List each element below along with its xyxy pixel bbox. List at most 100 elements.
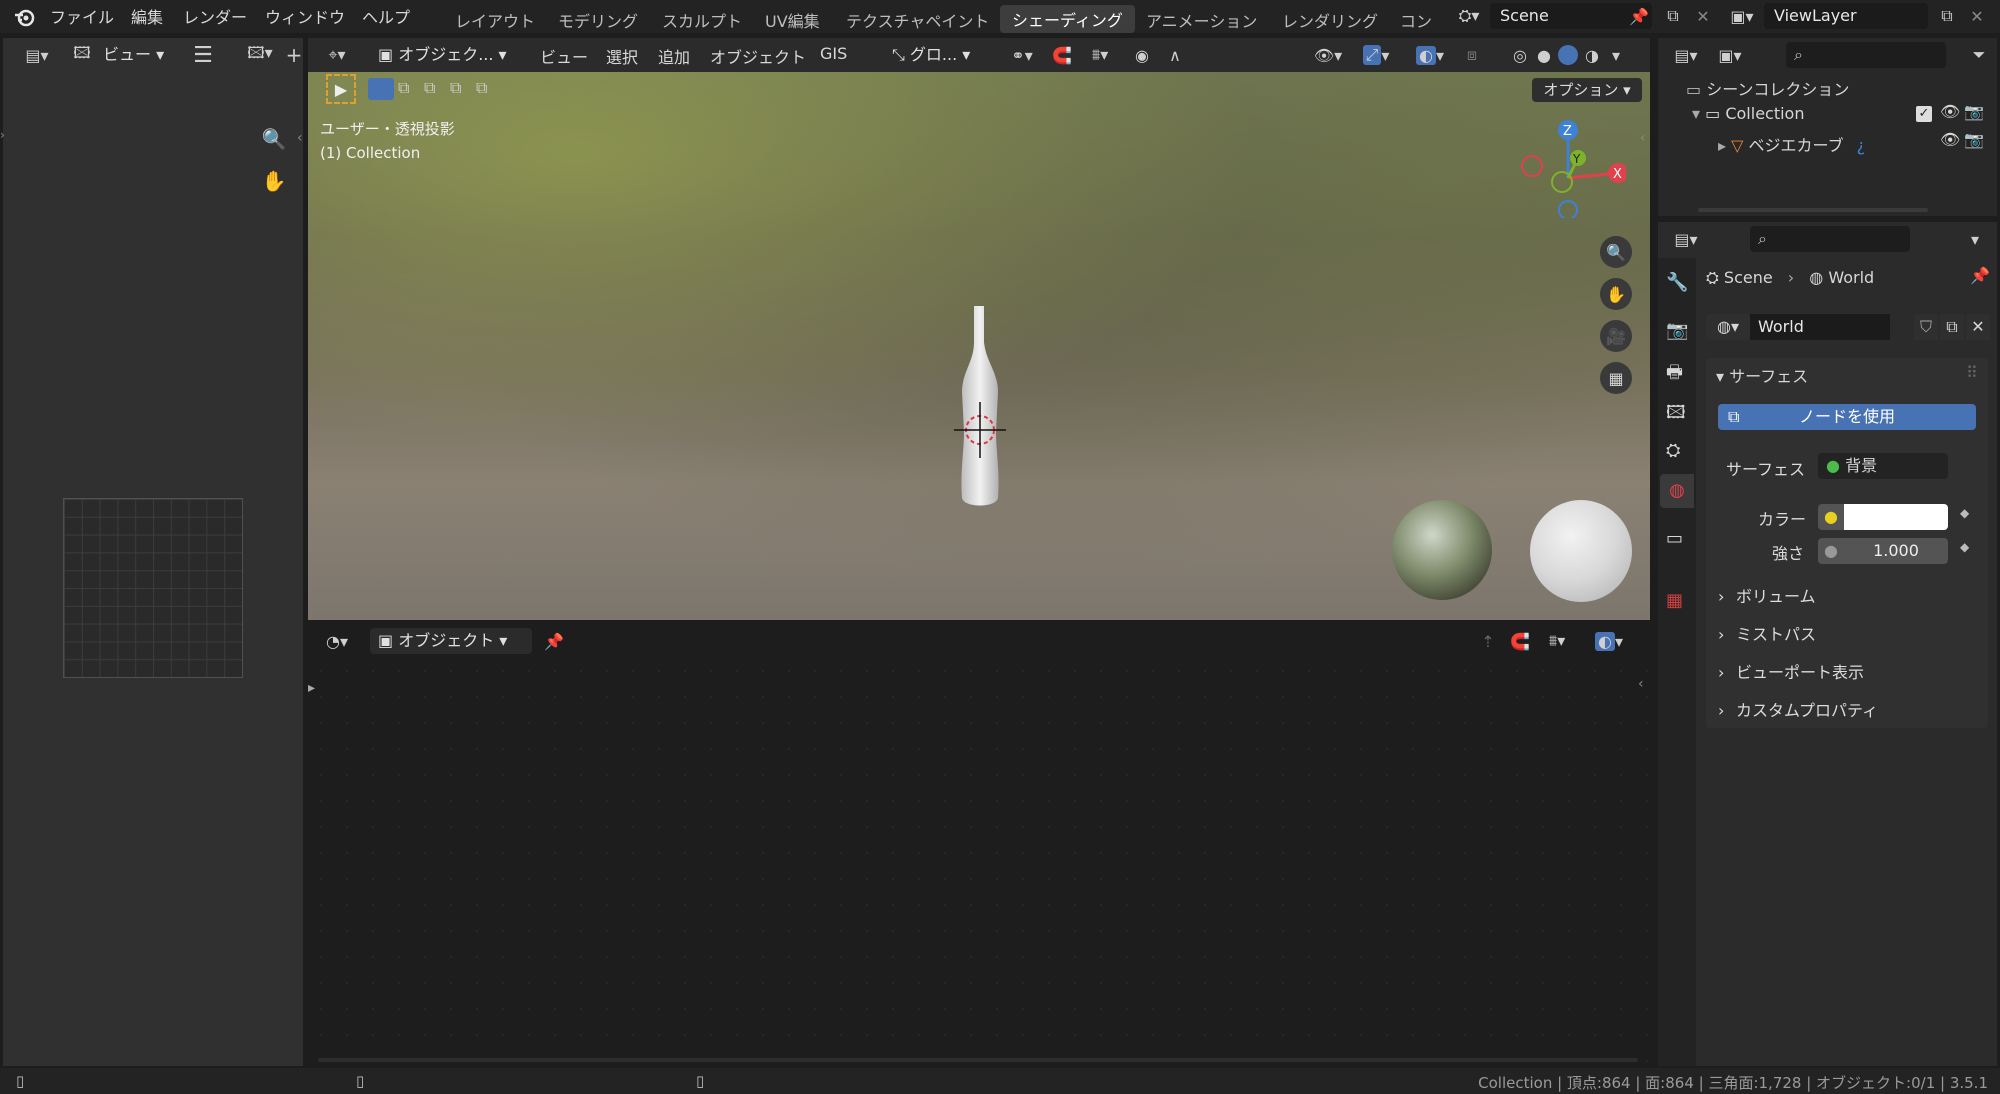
- select-subtract-icon[interactable]: ⧉: [424, 78, 448, 100]
- tool-tab-icon[interactable]: 🔧: [1666, 272, 1688, 293]
- mist-pass-panel-header[interactable]: › ミストパス: [1706, 618, 1988, 652]
- camera-view-icon[interactable]: 🎥: [1600, 320, 1632, 352]
- menu-gis[interactable]: GIS: [820, 44, 847, 63]
- overlay-toggle-icon[interactable]: ◐ ▾: [1406, 42, 1454, 68]
- gizmo-toggle-icon[interactable]: ⤢ ▾: [1352, 42, 1400, 68]
- outliner-object-row[interactable]: ▸ ▽ ベジエカーブ ¿: [1718, 132, 1958, 156]
- tab-uv-editing[interactable]: UV編集: [765, 8, 820, 32]
- object-mode-dropdown[interactable]: ▣ オブジェク... ▾: [370, 42, 520, 68]
- tab-modeling[interactable]: モデリング: [558, 8, 638, 32]
- shader-type-dropdown[interactable]: ▣ オブジェクト ▾: [370, 628, 532, 654]
- color-swatch[interactable]: [1844, 504, 1948, 530]
- shader-editor-type-icon[interactable]: ◔▾: [318, 628, 356, 654]
- outliner-scrollbar[interactable]: [1698, 208, 1928, 212]
- tab-shading[interactable]: シェーディング: [1000, 5, 1135, 33]
- node-sidebar-arrow-icon[interactable]: ‹: [1638, 676, 1648, 692]
- menu-object[interactable]: オブジェクト: [710, 44, 806, 68]
- node-overlay-icon[interactable]: ◐ ▾: [1584, 628, 1634, 654]
- navigation-gizmo[interactable]: Z X Y: [1516, 118, 1626, 218]
- toolbar-toggle-arrow-icon[interactable]: ‹: [297, 130, 307, 146]
- view-layer-icon[interactable]: ▣▾: [1724, 3, 1760, 29]
- world-browse-icon[interactable]: ◍▾: [1706, 314, 1750, 340]
- menu-add[interactable]: 追加: [658, 44, 690, 68]
- bottle-object[interactable]: [924, 302, 1034, 542]
- pivot-point-icon[interactable]: ⚭▾: [1002, 42, 1042, 68]
- 3d-view-editor-icon[interactable]: ⌖▾: [318, 42, 356, 68]
- snap-target-icon[interactable]: ⩩▾: [1080, 42, 1120, 68]
- display-mode-icon[interactable]: ▣▾: [1710, 42, 1750, 68]
- strength-keyframe-icon[interactable]: ◆: [1960, 540, 1969, 554]
- blender-logo-icon[interactable]: [10, 4, 38, 30]
- custom-properties-panel-header[interactable]: › カスタムプロパティ: [1706, 694, 1988, 728]
- tab-animation[interactable]: アニメーション: [1146, 8, 1257, 32]
- pin-icon[interactable]: 📌: [1628, 5, 1650, 27]
- 3d-viewport[interactable]: ▶ ⧉ ⧉ ⧉ ⧉ オプション ▾ ユーザー・透視投影 (1) Collecti…: [308, 72, 1650, 620]
- menu-window[interactable]: ウィンドウ: [265, 4, 345, 28]
- world-name-field[interactable]: World: [1750, 314, 1890, 340]
- image-icon[interactable]: 🖾: [67, 42, 97, 68]
- left-edge-arrow-icon[interactable]: ›: [0, 128, 8, 144]
- xray-toggle-icon[interactable]: ⧈: [1458, 42, 1486, 68]
- color-socket-icon[interactable]: ●: [1818, 504, 1844, 530]
- properties-search-input[interactable]: ⌕: [1750, 226, 1910, 252]
- proportional-editing-icon[interactable]: ◉: [1128, 42, 1156, 68]
- new-image-icon[interactable]: +: [285, 42, 303, 68]
- node-pin-icon[interactable]: 📌: [540, 628, 568, 654]
- filter-icon[interactable]: ⏷: [1966, 42, 1992, 68]
- zoom-icon[interactable]: 🔍: [259, 124, 289, 154]
- properties-pin-icon[interactable]: 📌: [1970, 266, 1990, 285]
- use-nodes-button[interactable]: ⧉ ノードを使用: [1718, 404, 1976, 430]
- view-dropdown[interactable]: ビュー ▾: [95, 42, 179, 68]
- hamburger-menu-icon[interactable]: ☰: [189, 42, 217, 68]
- fake-user-shield-icon[interactable]: ⛉: [1914, 314, 1938, 340]
- scene-icon[interactable]: ⛭▾: [1452, 3, 1486, 29]
- tab-compositing[interactable]: コン: [1400, 8, 1432, 32]
- viewport-display-panel-header[interactable]: › ビューポート表示: [1706, 656, 1988, 690]
- node-toolbar-arrow-icon[interactable]: ▸: [308, 680, 322, 702]
- node-snap-target-icon[interactable]: ⩩▾: [1536, 628, 1578, 654]
- material-preview-shading-icon[interactable]: [1556, 42, 1580, 68]
- properties-editor-type-icon[interactable]: ▤▾: [1666, 226, 1706, 252]
- select-intersect-icon[interactable]: ⧉: [476, 78, 500, 100]
- select-tool-icon[interactable]: ▶: [326, 74, 356, 104]
- menu-help[interactable]: ヘルプ: [362, 4, 410, 28]
- orthographic-toggle-icon[interactable]: ▦: [1600, 362, 1632, 394]
- falloff-icon[interactable]: ∧: [1158, 42, 1192, 68]
- sidebar-toggle-arrow-icon[interactable]: ‹: [1640, 130, 1650, 146]
- select-new-icon[interactable]: [368, 78, 394, 100]
- menu-select[interactable]: 選択: [606, 44, 638, 68]
- shading-options-icon[interactable]: ▾: [1606, 42, 1626, 68]
- menu-view[interactable]: ビュー: [540, 44, 588, 68]
- scene-collection-row[interactable]: ▭ シーンコレクション: [1686, 76, 1849, 100]
- surface-shader-field[interactable]: ● 背景: [1818, 453, 1948, 479]
- delete-view-layer-icon[interactable]: ✕: [1964, 4, 1990, 28]
- scene-tab-icon[interactable]: ⛭: [1666, 440, 1680, 461]
- new-view-layer-icon[interactable]: ⧉: [1934, 4, 1960, 28]
- object-visibility-eye-icon[interactable]: 👁: [1940, 130, 1960, 149]
- view-layer-tab-icon[interactable]: 🖾: [1666, 400, 1686, 430]
- color-keyframe-icon[interactable]: ◆: [1960, 506, 1969, 520]
- world-tab-icon[interactable]: ◍: [1660, 474, 1694, 508]
- output-tab-icon[interactable]: 🖶: [1666, 360, 1683, 390]
- drag-handle-icon[interactable]: ⠿: [1966, 363, 1978, 382]
- object-render-camera-icon[interactable]: 📷: [1964, 130, 1984, 149]
- new-scene-icon[interactable]: ⧉: [1660, 4, 1686, 28]
- strength-field[interactable]: 1.000: [1844, 538, 1948, 564]
- parent-node-tree-icon[interactable]: ⇡: [1474, 628, 1502, 654]
- tab-rendering[interactable]: レンダリング: [1282, 8, 1378, 32]
- image-canvas-grid[interactable]: [63, 498, 243, 678]
- visibility-icon[interactable]: 👁▾: [1308, 42, 1348, 68]
- options-dropdown[interactable]: オプション ▾: [1532, 78, 1642, 102]
- tab-texture-paint[interactable]: テクスチャペイント: [846, 8, 989, 32]
- image-browse-icon[interactable]: 🖾▾: [239, 42, 281, 68]
- collection-visibility-eye-icon[interactable]: 👁: [1940, 102, 1960, 121]
- texture-tab-icon[interactable]: ▦: [1666, 590, 1683, 611]
- duplicate-world-icon[interactable]: ⧉: [1940, 314, 1964, 340]
- transform-orientation-dropdown[interactable]: ⤡ グロ... ▾: [884, 42, 996, 68]
- select-extend-icon[interactable]: ⧉: [398, 78, 422, 100]
- editor-type-icon[interactable]: ▤▾: [17, 42, 57, 68]
- volume-panel-header[interactable]: › ボリューム: [1706, 580, 1988, 614]
- view-layer-field[interactable]: ViewLayer: [1764, 3, 1928, 29]
- node-snap-icon[interactable]: 🧲: [1506, 628, 1534, 654]
- unlink-world-icon[interactable]: ✕: [1966, 314, 1990, 340]
